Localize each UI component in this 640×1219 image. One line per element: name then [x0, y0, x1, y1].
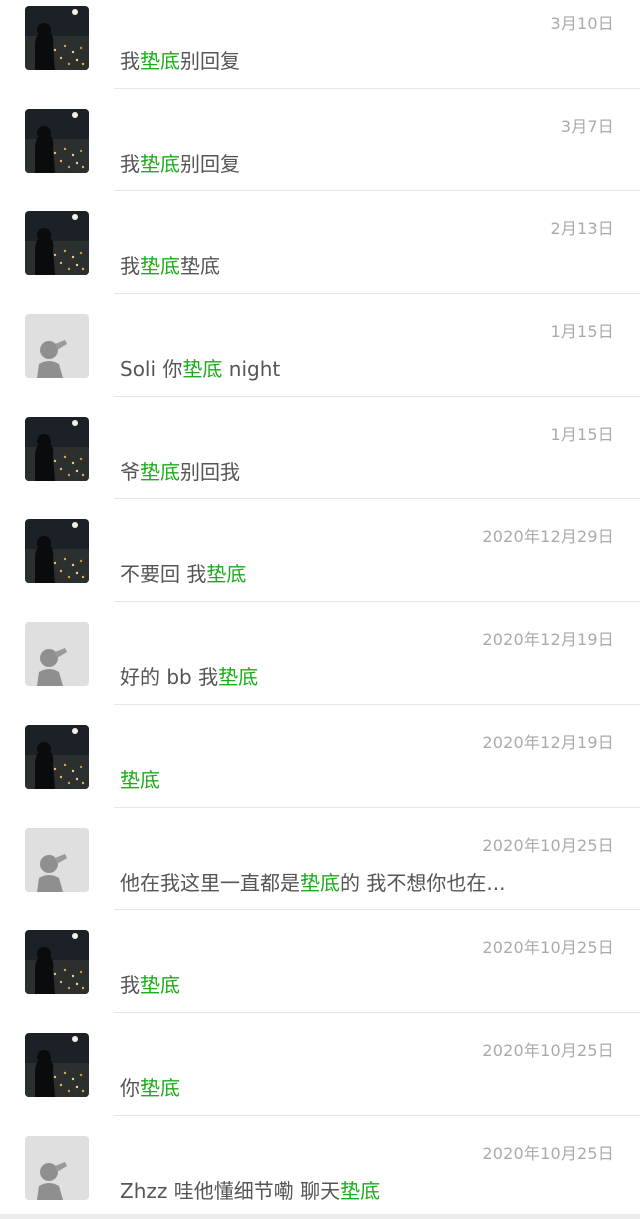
result-message: 好的 bb 我垫底	[120, 661, 258, 690]
result-date: 2020年10月25日	[482, 1143, 614, 1163]
message-text-after: 别回我	[180, 459, 240, 484]
result-row[interactable]: 2020年12月29日不要回 我垫底	[0, 499, 640, 603]
message-text-before: 不要回 我	[120, 562, 207, 587]
result-message: 垫底	[120, 764, 160, 793]
message-text-before: Soli 你	[120, 357, 183, 382]
keyword-highlight: 垫底	[140, 254, 180, 279]
message-text-before: 好的 bb 我	[120, 665, 219, 690]
keyword-highlight: 垫底	[300, 870, 340, 895]
result-message: 我垫底别回复	[120, 45, 240, 74]
keyword-highlight: 垫底	[140, 151, 180, 176]
result-message: 不要回 我垫底	[120, 558, 246, 587]
result-row[interactable]: 3月7日我垫底别回复	[0, 88, 640, 192]
result-date: 3月7日	[560, 116, 614, 136]
result-row[interactable]: 2020年10月25日你垫底	[0, 1012, 640, 1116]
result-message: 爷垫底别回我	[120, 456, 240, 485]
result-message: 我垫底	[120, 969, 180, 998]
message-text-before: 他在我这里一直都是	[120, 870, 300, 895]
bottom-edge	[0, 1214, 640, 1219]
night-city-icon	[25, 416, 89, 481]
message-text-before: 我	[120, 973, 140, 998]
result-date: 2月13日	[550, 219, 614, 239]
result-date: 2020年10月25日	[482, 938, 614, 958]
result-row[interactable]: 2020年12月19日垫底	[0, 704, 640, 808]
shadow-silhouette-icon	[25, 827, 89, 892]
result-message: Zhzz 哇他懂细节嘞 聊天垫底	[120, 1175, 380, 1204]
result-date: 1月15日	[550, 424, 614, 444]
result-row[interactable]: 2020年10月25日他在我这里一直都是垫底的 我不想你也在...	[0, 807, 640, 911]
result-row[interactable]: 2020年10月25日我垫底	[0, 910, 640, 1013]
result-date: 2020年10月25日	[482, 835, 614, 855]
result-row[interactable]: 2020年10月25日 Zhzz 哇他懂细节嘞 聊天垫底	[0, 1115, 640, 1219]
shadow-silhouette-icon	[25, 314, 89, 379]
keyword-highlight: 垫底	[140, 973, 180, 998]
message-text-before: 我	[120, 254, 140, 279]
result-date: 2020年12月29日	[482, 527, 614, 547]
keyword-highlight: 垫底	[120, 767, 160, 792]
message-text-after: night	[222, 357, 281, 382]
shadow-silhouette-icon	[25, 1135, 89, 1200]
message-text-after: 别回复	[180, 49, 240, 73]
result-date: 1月15日	[550, 322, 614, 342]
result-message: 我垫底别回复	[120, 148, 240, 177]
message-text-before: 我	[120, 151, 140, 176]
night-city-icon	[25, 211, 89, 276]
keyword-highlight: 垫底	[218, 665, 259, 690]
keyword-highlight: 垫底	[340, 1178, 381, 1203]
keyword-highlight: 垫底	[140, 49, 180, 73]
message-text-after: 的 我不想你也在...	[340, 870, 506, 895]
message-text-before: 你	[120, 1075, 140, 1100]
message-text-after: 别回复	[180, 151, 240, 176]
message-text-before: Zhzz 哇他懂细节嘞 聊天	[120, 1178, 341, 1203]
night-city-icon	[25, 930, 89, 995]
result-row[interactable]: 2月13日 我垫底垫底	[0, 191, 640, 295]
result-date: 2020年12月19日	[482, 630, 614, 650]
keyword-highlight: 垫底	[182, 357, 223, 382]
result-row[interactable]: 1月15日爷垫底别回我	[0, 396, 640, 500]
message-text-after: 垫底	[180, 254, 220, 279]
night-city-icon	[25, 1032, 89, 1097]
message-text-before: 我	[120, 49, 140, 73]
keyword-highlight: 垫底	[140, 459, 180, 484]
result-row[interactable]: 1月15日 Soli 你垫底 night	[0, 294, 640, 397]
result-row[interactable]: 2020年12月19日好的 bb 我垫底	[0, 602, 640, 705]
night-city-icon	[25, 519, 89, 584]
night-city-icon	[25, 6, 89, 70]
result-message: 我垫底垫底	[120, 250, 220, 279]
result-date: 2020年12月19日	[482, 732, 614, 752]
result-date: 3月10日	[550, 14, 614, 33]
keyword-highlight: 垫底	[140, 1075, 180, 1100]
night-city-icon	[25, 108, 89, 173]
search-results-list: 3月10日 我垫底别回复 3月7日 我垫底别回复 2月13日 我垫底垫底 1月15日 Soli…	[0, 0, 640, 1219]
result-message: 他在我这里一直都是垫底的 我不想你也在...	[120, 867, 505, 896]
message-text-before: 爷	[120, 459, 140, 484]
result-row[interactable]: 3月10日我垫底别回复	[0, 0, 640, 89]
shadow-silhouette-icon	[25, 622, 89, 687]
night-city-icon	[25, 724, 89, 789]
result-message: Soli 你垫底 night	[120, 353, 280, 382]
keyword-highlight: 垫底	[206, 562, 247, 587]
result-message: 你垫底	[120, 1072, 180, 1101]
result-date: 2020年10月25日	[482, 1040, 614, 1060]
